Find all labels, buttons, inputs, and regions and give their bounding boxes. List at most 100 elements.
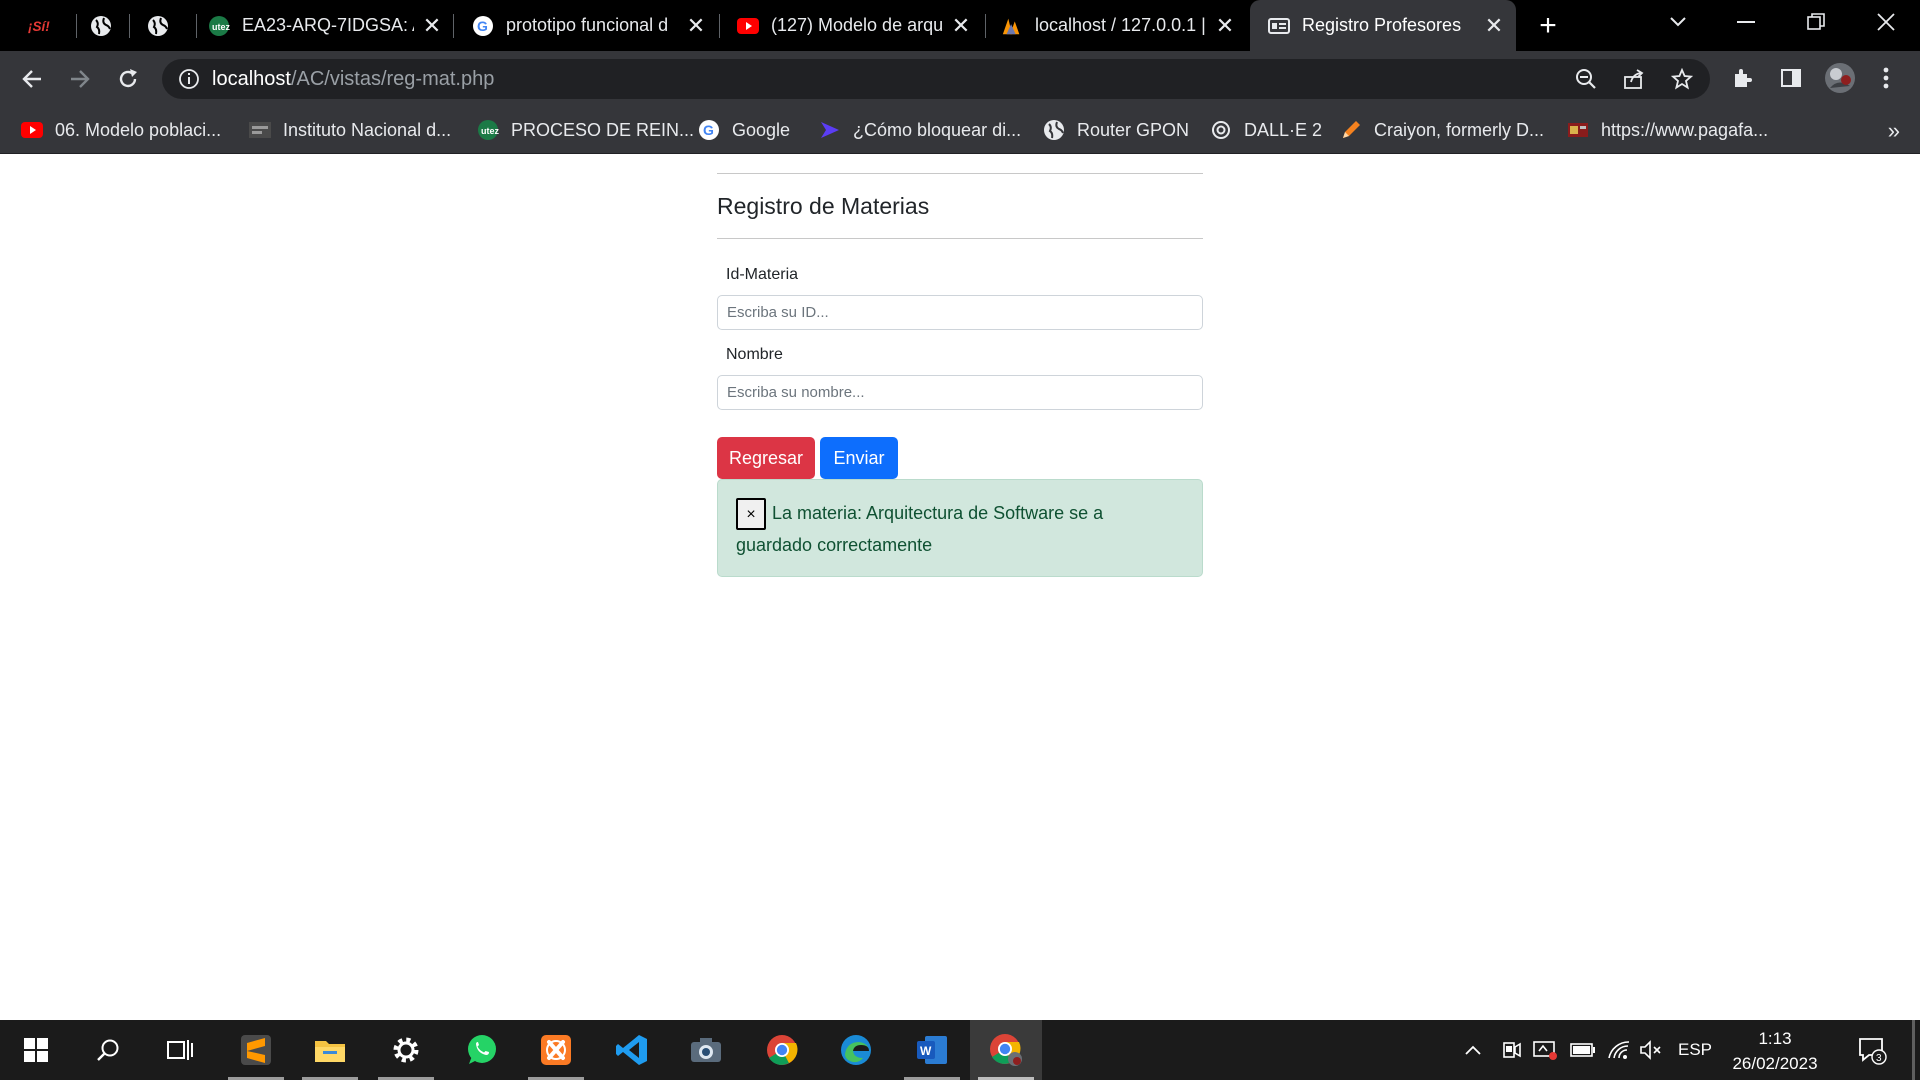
- openai-icon: [1210, 119, 1232, 141]
- arrow-right-icon: [71, 70, 90, 88]
- tab-globe-1[interactable]: [90, 0, 130, 51]
- taskbar: W ESP 1:13 26/02/2023 3: [0, 1020, 1920, 1080]
- zoom-out-icon[interactable]: [1575, 68, 1597, 90]
- task-view-icon: [167, 1040, 193, 1060]
- divider: [717, 238, 1203, 239]
- info-icon[interactable]: [178, 68, 200, 90]
- bookmark-item[interactable]: https://www.pagafa...: [1567, 106, 1768, 154]
- bookmark-item[interactable]: 06. Modelo poblaci...: [21, 106, 221, 154]
- taskbar-app-chrome-active[interactable]: [970, 1020, 1042, 1080]
- back-button[interactable]: [16, 63, 48, 95]
- taskbar-app-xampp[interactable]: [520, 1020, 592, 1080]
- tab-registro-profesores[interactable]: Registro Profesores ✕: [1250, 0, 1516, 51]
- wifi-icon[interactable]: [1604, 1020, 1634, 1080]
- clock-date: 26/02/2023: [1732, 1054, 1818, 1073]
- taskbar-app-explorer[interactable]: [294, 1020, 366, 1080]
- address-bar[interactable]: localhost/AC/vistas/reg-mat.php: [162, 59, 1710, 99]
- bookmark-item[interactable]: Instituto Nacional d...: [249, 106, 451, 154]
- svg-text:W: W: [920, 1044, 932, 1058]
- tab-search-button[interactable]: [1648, 0, 1708, 44]
- new-tab-button[interactable]: +: [1532, 9, 1564, 42]
- extensions-icon[interactable]: [1730, 65, 1756, 91]
- close-icon[interactable]: ✕: [1213, 13, 1237, 38]
- bookmark-item[interactable]: utez PROCESO DE REIN...: [477, 106, 694, 154]
- share-icon[interactable]: [1623, 68, 1645, 90]
- minimize-button[interactable]: [1716, 0, 1776, 44]
- show-desktop-button[interactable]: [1912, 1020, 1915, 1080]
- tab-phpmyadmin[interactable]: localhost / 127.0.0.1 | ✕: [1001, 0, 1237, 51]
- taskbar-app-edge[interactable]: [820, 1020, 892, 1080]
- restore-button[interactable]: [1786, 0, 1846, 44]
- google-icon: G: [472, 15, 494, 37]
- word-icon: W: [917, 1036, 947, 1064]
- page-content: Registro de Materias Id-Materia Escriba …: [0, 155, 1920, 1019]
- taskbar-app-settings[interactable]: [370, 1020, 442, 1080]
- close-window-button[interactable]: [1856, 0, 1916, 44]
- phpmyadmin-icon: [1001, 15, 1023, 37]
- url-text[interactable]: localhost/AC/vistas/reg-mat.php: [212, 68, 494, 91]
- bookmark-item[interactable]: Craiyon, formerly D...: [1340, 106, 1544, 154]
- show-hidden-icons-button[interactable]: [1460, 1020, 1486, 1080]
- close-icon[interactable]: ✕: [1482, 13, 1506, 38]
- tab-youtube[interactable]: (127) Modelo de arqu ✕: [737, 0, 973, 51]
- button-row: Regresar Enviar: [717, 437, 1203, 479]
- close-icon[interactable]: ✕: [949, 13, 973, 38]
- battery-icon[interactable]: [1568, 1020, 1598, 1080]
- volume-muted-icon[interactable]: [1636, 1020, 1666, 1080]
- bookmark-item[interactable]: Router GPON: [1043, 106, 1189, 154]
- more-bookmarks-button[interactable]: »: [1888, 118, 1900, 144]
- start-button[interactable]: [0, 1020, 72, 1080]
- taskbar-app-whatsapp[interactable]: [446, 1020, 518, 1080]
- star-icon[interactable]: [1671, 68, 1693, 90]
- name-input[interactable]: Escriba su nombre...: [717, 375, 1203, 410]
- chrome-profile-icon: [990, 1034, 1022, 1066]
- bookmark-label: Router GPON: [1077, 119, 1190, 140]
- taskbar-app-vscode[interactable]: [596, 1020, 668, 1080]
- side-panel-icon[interactable]: [1778, 65, 1804, 91]
- taskbar-app-word[interactable]: W: [896, 1020, 968, 1080]
- bookmark-label: Google: [732, 119, 791, 140]
- pencil-icon: [1340, 119, 1362, 141]
- reload-button[interactable]: [112, 63, 144, 95]
- tab-title: Registro Profesores: [1302, 15, 1462, 35]
- taskbar-app-chrome[interactable]: [746, 1020, 818, 1080]
- tray-meet-icon[interactable]: [1496, 1020, 1526, 1080]
- tab-globe-2[interactable]: [147, 0, 187, 51]
- bookmark-label: DALL·E 2: [1244, 119, 1323, 140]
- success-alert: × La materia: Arquitectura de Software se…: [717, 479, 1203, 577]
- menu-icon[interactable]: [1873, 65, 1899, 91]
- close-alert-button[interactable]: ×: [736, 498, 766, 531]
- search-icon: [97, 1039, 119, 1061]
- search-button[interactable]: [72, 1020, 144, 1080]
- bookmark-label: 06. Modelo poblaci...: [55, 119, 222, 140]
- bookmark-item[interactable]: G Google: [698, 106, 790, 154]
- svg-text:utez: utez: [212, 22, 230, 32]
- tab-strip: ¡Sí! utez EA23-ARQ-7IDGSA: A ✕ G prototi…: [0, 0, 1920, 51]
- tray-screen-record-icon[interactable]: [1530, 1020, 1560, 1080]
- bookmark-label: https://www.pagafa...: [1601, 119, 1769, 140]
- tab-si[interactable]: ¡Sí!: [28, 0, 68, 51]
- forward-button[interactable]: [64, 63, 96, 95]
- send-button[interactable]: Enviar: [820, 437, 898, 479]
- tab-title: prototipo funcional d: [506, 15, 669, 35]
- id-input[interactable]: Escriba su ID...: [717, 295, 1203, 330]
- taskbar-app-sublime[interactable]: [220, 1020, 292, 1080]
- tab-title: EA23-ARQ-7IDGSA: A: [242, 15, 414, 35]
- clock[interactable]: 1:13 26/02/2023: [1720, 1026, 1830, 1076]
- bookmark-item[interactable]: ¿Cómo bloquear di...: [819, 106, 1021, 154]
- language-indicator[interactable]: ESP: [1672, 1020, 1718, 1080]
- tab-prototipo[interactable]: G prototipo funcional d ✕: [472, 0, 708, 51]
- svg-text:G: G: [703, 122, 714, 138]
- back-button[interactable]: Regresar: [717, 437, 815, 479]
- utez-icon: utez: [477, 119, 499, 141]
- bookmark-item[interactable]: DALL·E 2: [1210, 106, 1322, 154]
- avatar[interactable]: [1824, 62, 1856, 94]
- notifications-button[interactable]: 3: [1852, 1020, 1892, 1080]
- arrow-icon: [819, 119, 841, 141]
- close-icon[interactable]: ✕: [684, 13, 708, 38]
- task-view-button[interactable]: [144, 1020, 216, 1080]
- tab-ea23[interactable]: utez EA23-ARQ-7IDGSA: A ✕: [208, 0, 444, 51]
- svg-text:G: G: [477, 18, 488, 34]
- taskbar-app-camera[interactable]: [670, 1020, 742, 1080]
- close-icon[interactable]: ✕: [420, 13, 444, 38]
